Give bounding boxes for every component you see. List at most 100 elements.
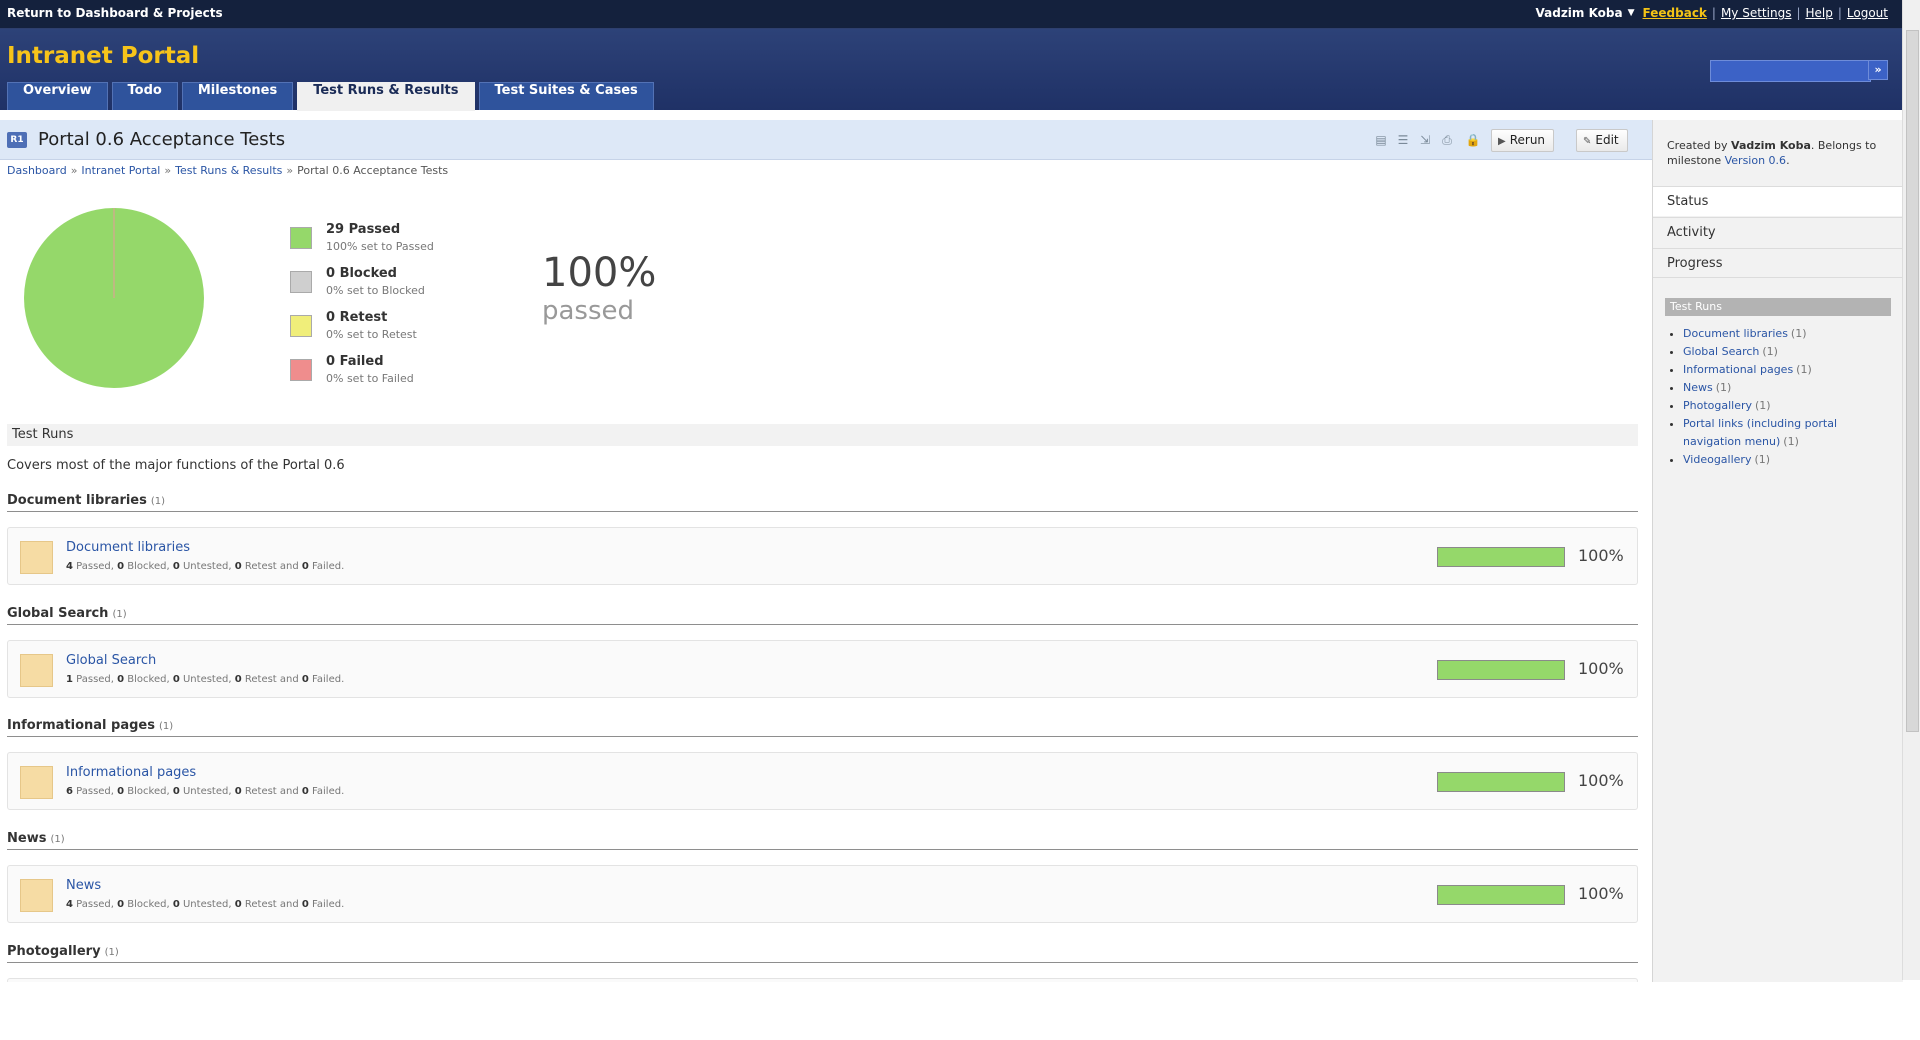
right-sidebar: Created by Vadzim Koba. Belongs to miles… <box>1652 120 1903 982</box>
return-to-dashboard-link[interactable]: Return to Dashboard & Projects <box>7 6 223 20</box>
user-menu[interactable]: Vadzim Koba <box>1536 6 1623 20</box>
lock-icon[interactable]: 🔒 <box>1464 133 1482 147</box>
run-stats: 4 Passed, 0 Blocked, 0 Untested, 0 Retes… <box>66 561 344 572</box>
untested-count: 0 <box>172 786 180 797</box>
breadcrumb-dashboard[interactable]: Dashboard <box>7 164 67 177</box>
legend-swatch-retest <box>290 315 312 337</box>
progress-bar <box>1437 660 1565 680</box>
retest-count: 0 <box>234 674 242 685</box>
sidebar-run-item: Document libraries(1) <box>1683 325 1891 343</box>
run-name-link[interactable]: Global Search <box>66 653 156 668</box>
retest-count: 0 <box>234 899 242 910</box>
group-count: (1) <box>104 947 119 958</box>
sidebar-run-link[interactable]: Document libraries <box>1683 327 1788 340</box>
run-name-link[interactable]: News <box>66 878 101 893</box>
sidebar-run-link[interactable]: Videogallery <box>1683 453 1751 466</box>
stat-word: Untested, <box>179 899 235 910</box>
run-icon <box>20 541 53 574</box>
group-divider <box>7 624 1638 625</box>
group-count: (1) <box>50 834 65 845</box>
rerun-label: Rerun <box>1509 133 1546 147</box>
sidebar-tab-progress[interactable]: Progress <box>1653 248 1903 278</box>
tab-test-suites-cases[interactable]: Test Suites & Cases <box>478 82 654 110</box>
view-toggle-icon[interactable]: ▤ <box>1372 133 1390 147</box>
group-title: Photogallery (1) <box>7 944 119 959</box>
group-title-text: Informational pages <box>7 718 155 733</box>
sidebar-run-item: Videogallery(1) <box>1683 451 1891 469</box>
run-stats: 6 Passed, 0 Blocked, 0 Untested, 0 Retes… <box>66 786 344 797</box>
tab-overview[interactable]: Overview <box>7 82 108 110</box>
group-title-text: News <box>7 831 47 846</box>
window-scrollbar[interactable] <box>1902 0 1920 980</box>
run-icon <box>20 654 53 687</box>
progress-percent: 100% <box>1578 771 1624 790</box>
milestone-link[interactable]: Version 0.6 <box>1725 154 1786 167</box>
group-title-text: Photogallery <box>7 944 101 959</box>
legend-subtitle: 100% set to Passed <box>326 240 434 253</box>
legend-subtitle: 0% set to Failed <box>326 372 414 385</box>
caret-down-icon[interactable]: ▼ <box>1628 8 1635 18</box>
tab-test-runs-results[interactable]: Test Runs & Results <box>297 82 475 111</box>
run-name-link[interactable]: Document libraries <box>66 540 190 555</box>
sidebar-run-link[interactable]: Portal links (including portal navigatio… <box>1683 417 1837 448</box>
rerun-button[interactable]: ▶ Rerun <box>1491 129 1555 152</box>
stat-word: Blocked, <box>124 899 173 910</box>
help-link[interactable]: Help <box>1806 6 1833 20</box>
untested-count: 0 <box>172 899 180 910</box>
user-links: Vadzim Koba ▼ Feedback | My Settings | H… <box>1536 6 1889 20</box>
failed-count: 0 <box>301 786 309 797</box>
sidebar-run-link[interactable]: Photogallery <box>1683 399 1752 412</box>
stat-word: Retest and <box>241 561 302 572</box>
view-list-icon[interactable]: ☰ <box>1394 133 1412 147</box>
app-title[interactable]: Intranet Portal <box>7 43 199 69</box>
sidebar-test-runs-list: Document libraries(1) Global Search(1) I… <box>1665 325 1891 469</box>
legend-swatch-passed <box>290 227 312 249</box>
breadcrumb-current: Portal 0.6 Acceptance Tests <box>297 164 449 177</box>
sidebar-tab-status[interactable]: Status <box>1653 186 1903 216</box>
stat-word: Passed, <box>72 786 118 797</box>
progress-bar <box>1437 772 1565 792</box>
logout-link[interactable]: Logout <box>1847 6 1888 20</box>
edit-button[interactable]: ✎ Edit <box>1576 129 1628 152</box>
legend-swatch-failed <box>290 359 312 381</box>
run-name-link[interactable]: Informational pages <box>66 765 196 780</box>
sidebar-run-link[interactable]: Informational pages <box>1683 363 1793 376</box>
group-title: Global Search (1) <box>7 606 127 621</box>
passed-count: 6 <box>66 786 73 797</box>
sidebar-test-runs-header: Test Runs <box>1665 298 1891 316</box>
my-settings-link[interactable]: My Settings <box>1721 6 1792 20</box>
run-stats: 1 Passed, 0 Blocked, 0 Untested, 0 Retes… <box>66 674 344 685</box>
breadcrumb-test-runs[interactable]: Test Runs & Results <box>175 164 282 177</box>
sidebar-run-item: Photogallery(1) <box>1683 397 1891 415</box>
legend-title: 29 Passed <box>326 222 401 237</box>
untested-count: 0 <box>172 561 180 572</box>
sidebar-run-item: Informational pages(1) <box>1683 361 1891 379</box>
legend-swatch-blocked <box>290 271 312 293</box>
export-icon[interactable]: ⇲ <box>1416 133 1434 147</box>
status-pie-chart <box>24 208 204 388</box>
legend-title: 0 Failed <box>326 354 384 369</box>
created-user: Vadzim Koba <box>1731 139 1811 152</box>
created-suffix: . <box>1786 154 1790 167</box>
sidebar-run-link[interactable]: News <box>1683 381 1713 394</box>
print-icon[interactable]: ⎙ <box>1438 133 1456 147</box>
feedback-link[interactable]: Feedback <box>1643 6 1707 20</box>
sidebar-run-item: Global Search(1) <box>1683 343 1891 361</box>
created-prefix: Created by <box>1667 139 1732 152</box>
stat-word: Retest and <box>241 786 302 797</box>
breadcrumb-project[interactable]: Intranet Portal <box>81 164 160 177</box>
tab-todo[interactable]: Todo <box>111 82 178 110</box>
stat-word: Retest and <box>241 899 302 910</box>
page-heading-bar: R1 Portal 0.6 Acceptance Tests ▤ ☰ ⇲ ⎙ 🔒… <box>0 120 1652 160</box>
separator: | <box>1837 6 1842 20</box>
sidebar-run-count: (1) <box>1790 327 1807 340</box>
search-input[interactable] <box>1710 60 1871 82</box>
sidebar-tab-activity[interactable]: Activity <box>1653 217 1903 247</box>
tab-milestones[interactable]: Milestones <box>181 82 294 110</box>
progress-fill <box>1438 773 1564 791</box>
search-go-button[interactable]: » <box>1868 60 1888 80</box>
scrollbar-thumb[interactable] <box>1906 30 1919 732</box>
legend-subtitle: 0% set to Blocked <box>326 284 425 297</box>
sidebar-run-link[interactable]: Global Search <box>1683 345 1759 358</box>
run-card: Informational pages 6 Passed, 0 Blocked,… <box>7 752 1638 810</box>
